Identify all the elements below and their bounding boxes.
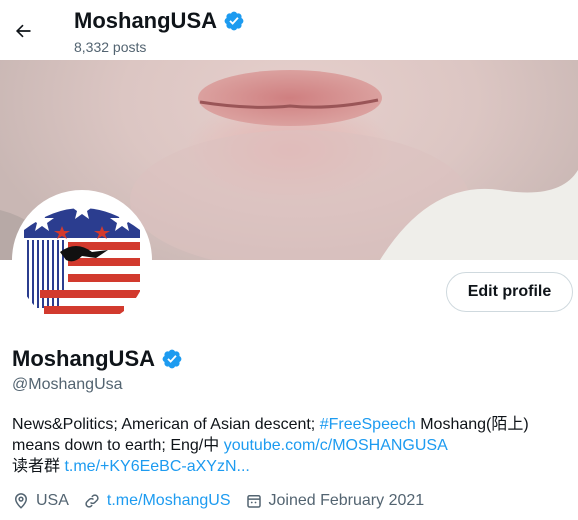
website-link[interactable]: t.me/MoshangUS bbox=[107, 492, 231, 510]
joined-item: Joined February 2021 bbox=[245, 492, 425, 510]
link-icon bbox=[85, 494, 99, 508]
edit-profile-label: Edit profile bbox=[467, 283, 552, 300]
header-title: MoshangUSA bbox=[74, 8, 245, 34]
top-header: MoshangUSA 8,332 posts bbox=[0, 0, 578, 60]
edit-profile-button[interactable]: Edit profile bbox=[446, 272, 573, 312]
profile-handle: @MoshangUsa bbox=[12, 376, 123, 393]
bio-text-1: News&Politics; American of Asian descent… bbox=[12, 416, 320, 433]
bio-hashtag-link[interactable]: #FreeSpeech bbox=[320, 416, 416, 433]
profile-display-name: MoshangUSA bbox=[12, 346, 183, 372]
calendar-icon bbox=[246, 495, 261, 508]
posts-count: 8,332 posts bbox=[74, 39, 147, 55]
profile-meta: USA t.me/MoshangUS Joined February 2021 bbox=[12, 492, 438, 510]
avatar[interactable] bbox=[12, 190, 152, 330]
verified-badge-icon bbox=[224, 11, 244, 31]
website-item[interactable]: t.me/MoshangUS bbox=[83, 492, 231, 510]
bio-youtube-link[interactable]: youtube.com/c/MOSHANGUSA bbox=[224, 437, 448, 454]
location-text: USA bbox=[36, 492, 69, 509]
arrow-left-icon bbox=[15, 24, 31, 38]
bio-telegram-link[interactable]: t.me/+KY6EeBC-aXYzN... bbox=[64, 458, 249, 475]
joined-text: Joined February 2021 bbox=[268, 492, 425, 509]
location-item: USA bbox=[12, 492, 69, 510]
profile-bio: News&Politics; American of Asian descent… bbox=[12, 414, 568, 477]
display-name-text: MoshangUSA bbox=[12, 346, 155, 371]
verified-badge-icon bbox=[162, 349, 182, 369]
header-title-text: MoshangUSA bbox=[74, 8, 217, 33]
location-pin-icon bbox=[14, 493, 28, 509]
avatar-flag-logo bbox=[16, 194, 148, 326]
back-button[interactable] bbox=[8, 16, 38, 46]
bio-text-3: 读者群 bbox=[12, 458, 65, 475]
